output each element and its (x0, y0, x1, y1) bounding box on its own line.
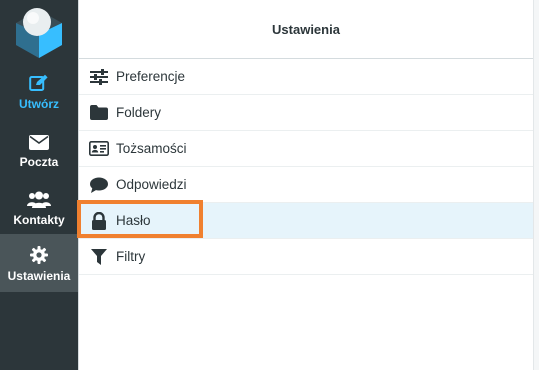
filter-icon (89, 247, 109, 267)
nav-contacts[interactable]: Kontakty (0, 178, 78, 236)
settings-item-identities[interactable]: Tożsamości (79, 131, 533, 167)
settings-item-label: Odpowiedzi (116, 177, 187, 192)
settings-item-label: Hasło (116, 213, 151, 228)
app-nav-rail: Utwórz Poczta Kontakty Ustawienia (0, 0, 78, 370)
nav-compose-label: Utwórz (19, 96, 59, 111)
users-icon (27, 188, 51, 208)
settings-item-folders[interactable]: Foldery (79, 95, 533, 131)
nav-compose[interactable]: Utwórz (0, 62, 78, 120)
sliders-icon (89, 67, 109, 87)
nav-contacts-label: Kontakty (13, 212, 65, 227)
settings-item-label: Preferencje (116, 69, 186, 84)
settings-list: Preferencje Foldery Tożsamości Odpowiedz… (79, 59, 533, 275)
panel-title: Ustawienia (79, 0, 533, 59)
settings-item-label: Foldery (116, 105, 162, 120)
envelope-icon (29, 130, 49, 150)
nav-mail[interactable]: Poczta (0, 120, 78, 178)
lock-icon (89, 211, 109, 231)
settings-panel: Ustawienia Preferencje Foldery Tożsamośc… (78, 0, 533, 370)
nav-mail-label: Poczta (19, 154, 59, 169)
settings-item-preferences[interactable]: Preferencje (79, 59, 533, 95)
gear-icon (30, 244, 48, 264)
nav-settings-label: Ustawienia (7, 268, 71, 283)
settings-item-label: Filtry (116, 249, 146, 264)
scrollbar-track[interactable] (533, 0, 539, 370)
id-card-icon (89, 139, 109, 159)
settings-item-label: Tożsamości (116, 141, 187, 156)
comment-icon (89, 175, 109, 195)
settings-item-responses[interactable]: Odpowiedzi (79, 167, 533, 203)
nav-settings[interactable]: Ustawienia (0, 234, 78, 292)
compose-icon (29, 72, 49, 92)
roundcube-logo[interactable] (0, 0, 78, 62)
folder-icon (89, 103, 109, 123)
settings-item-filters[interactable]: Filtry (79, 239, 533, 275)
settings-item-password[interactable]: Hasło (79, 203, 533, 239)
